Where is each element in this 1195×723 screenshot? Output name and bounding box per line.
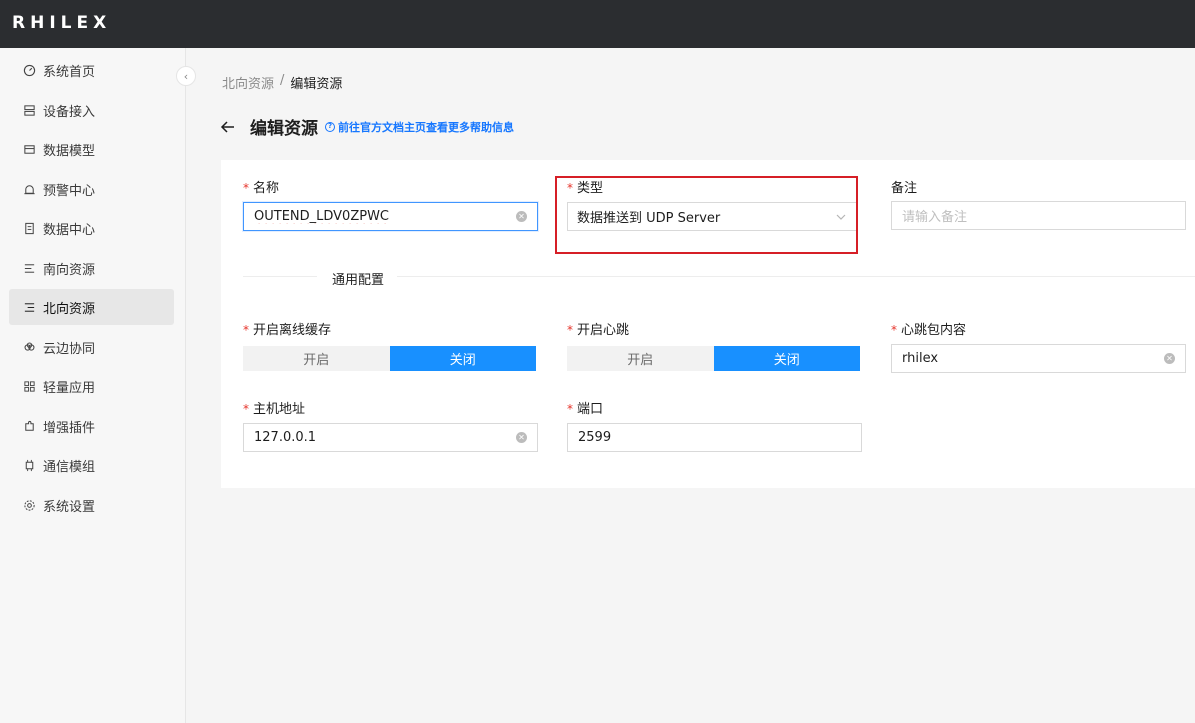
top-bar: RHILEX bbox=[0, 0, 1195, 48]
page-title: 编辑资源 bbox=[250, 119, 318, 139]
dashboard-icon bbox=[23, 64, 36, 77]
offline-cache-toggle[interactable]: 开启 关闭 bbox=[243, 346, 536, 371]
clear-icon[interactable]: ✕ bbox=[1164, 353, 1175, 364]
breadcrumb-parent[interactable]: 北向资源 bbox=[222, 73, 274, 92]
name-label: * 名称 bbox=[243, 177, 279, 196]
heartbeat-label-text: 开启心跳 bbox=[577, 323, 630, 338]
plugin-icon bbox=[23, 420, 36, 433]
model-icon bbox=[23, 143, 36, 156]
heartbeat-off-option[interactable]: 关闭 bbox=[713, 346, 860, 371]
required-mark: * bbox=[567, 323, 573, 337]
apps-icon bbox=[23, 380, 36, 393]
clear-icon[interactable]: ✕ bbox=[516, 432, 527, 443]
sidebar-item-label: 系统设置 bbox=[43, 499, 96, 515]
help-link-text: 前往官方文档主页查看更多帮助信息 bbox=[338, 120, 514, 134]
host-input[interactable]: 127.0.0.1 ✕ bbox=[243, 423, 538, 452]
required-mark: * bbox=[243, 402, 249, 416]
breadcrumb-separator: / bbox=[280, 73, 285, 88]
name-label-text: 名称 bbox=[253, 181, 280, 196]
form-card: * 名称 OUTEND_LDV0ZPWC ✕ * 类型 数据推送到 UDP Serv… bbox=[221, 160, 1195, 488]
port-label: * 端口 bbox=[567, 398, 603, 417]
offline-cache-on-option[interactable]: 开启 bbox=[243, 346, 390, 371]
south-icon bbox=[23, 262, 36, 275]
app-logo[interactable]: RHILEX bbox=[12, 12, 111, 34]
sidebar-item-label: 云边协同 bbox=[43, 341, 96, 357]
highlight-box bbox=[555, 176, 858, 254]
question-circle-icon: ? bbox=[325, 121, 335, 132]
sidebar-item-south[interactable]: 南向资源 bbox=[9, 250, 174, 286]
back-arrow-icon[interactable] bbox=[220, 119, 236, 135]
port-input[interactable]: 2599 bbox=[567, 423, 862, 452]
device-icon bbox=[23, 104, 36, 117]
heartbeat-on-option[interactable]: 开启 bbox=[567, 346, 714, 371]
sidebar-item-devices[interactable]: 设备接入 bbox=[9, 92, 174, 128]
clear-icon[interactable]: ✕ bbox=[516, 211, 527, 222]
sidebar: ‹ 系统首页 设备接入 数据模型 预警中心 数据中心 南向资源 北向资源 云边协… bbox=[0, 48, 196, 723]
heartbeat-content-input[interactable]: rhilex ✕ bbox=[891, 344, 1186, 373]
sidebar-item-label: 南向资源 bbox=[43, 262, 96, 278]
cloud-icon bbox=[23, 341, 36, 354]
sidebar-item-label: 系统首页 bbox=[43, 64, 96, 80]
remark-label: 备注 bbox=[891, 177, 917, 196]
sidebar-item-data-model[interactable]: 数据模型 bbox=[9, 131, 174, 167]
name-input-value: OUTEND_LDV0ZPWC bbox=[254, 209, 390, 224]
name-input[interactable]: OUTEND_LDV0ZPWC ✕ bbox=[243, 202, 538, 231]
breadcrumb-current: 编辑资源 bbox=[290, 77, 343, 92]
sidebar-item-apps[interactable]: 轻量应用 bbox=[9, 368, 174, 404]
sidebar-item-alarm[interactable]: 预警中心 bbox=[9, 171, 174, 207]
remark-label-text: 备注 bbox=[891, 181, 918, 196]
section-divider-left bbox=[243, 276, 317, 277]
sidebar-item-label: 数据模型 bbox=[43, 143, 96, 159]
sidebar-item-label: 预警中心 bbox=[43, 183, 96, 199]
breadcrumb: 北向资源 / 编辑资源 bbox=[222, 73, 342, 92]
host-input-value: 127.0.0.1 bbox=[254, 430, 317, 445]
sidebar-item-label: 数据中心 bbox=[43, 222, 96, 238]
heartbeat-content-value: rhilex bbox=[902, 351, 939, 366]
chevron-left-icon[interactable]: ‹ bbox=[176, 66, 196, 86]
required-mark: * bbox=[243, 323, 249, 337]
sidebar-item-cloud[interactable]: 云边协同 bbox=[9, 329, 174, 365]
sidebar-item-modules[interactable]: 通信模组 bbox=[9, 447, 174, 483]
remark-input[interactable]: 请输入备注 bbox=[891, 201, 1186, 230]
port-label-text: 端口 bbox=[577, 402, 604, 417]
sidebar-item-label: 北向资源 bbox=[43, 301, 96, 317]
sidebar-item-plugins[interactable]: 增强插件 bbox=[9, 408, 174, 444]
host-label-text: 主机地址 bbox=[253, 402, 306, 417]
required-mark: * bbox=[891, 323, 897, 337]
port-input-value: 2599 bbox=[578, 430, 612, 445]
required-mark: * bbox=[243, 181, 249, 195]
sidebar-item-label: 设备接入 bbox=[43, 104, 96, 120]
host-label: * 主机地址 bbox=[243, 398, 305, 417]
offline-cache-label-text: 开启离线缓存 bbox=[253, 323, 332, 338]
north-icon bbox=[23, 301, 36, 314]
help-link[interactable]: ? 前往官方文档主页查看更多帮助信息 bbox=[325, 119, 514, 135]
heartbeat-toggle[interactable]: 开启 关闭 bbox=[567, 346, 860, 371]
alarm-icon bbox=[23, 183, 36, 196]
sidebar-item-settings[interactable]: 系统设置 bbox=[9, 487, 174, 523]
sidebar-item-label: 通信模组 bbox=[43, 459, 96, 475]
heartbeat-content-label-text: 心跳包内容 bbox=[901, 323, 967, 338]
sidebar-item-label: 增强插件 bbox=[43, 420, 96, 436]
database-icon bbox=[23, 222, 36, 235]
required-mark: * bbox=[567, 402, 573, 416]
sidebar-item-north[interactable]: 北向资源 bbox=[9, 289, 174, 325]
settings-icon bbox=[23, 499, 36, 512]
page-header: 编辑资源 ? 前往官方文档主页查看更多帮助信息 bbox=[220, 114, 514, 139]
sidebar-item-data-center[interactable]: 数据中心 bbox=[9, 210, 174, 246]
heartbeat-label: * 开启心跳 bbox=[567, 319, 629, 338]
offline-cache-label: * 开启离线缓存 bbox=[243, 319, 331, 338]
sidebar-item-home[interactable]: 系统首页 bbox=[9, 52, 174, 88]
sidebar-item-label: 轻量应用 bbox=[43, 380, 96, 396]
section-title: 通用配置 bbox=[332, 273, 385, 288]
section-divider-right bbox=[397, 276, 1195, 277]
offline-cache-off-option[interactable]: 关闭 bbox=[389, 346, 536, 371]
remark-placeholder: 请输入备注 bbox=[902, 210, 968, 225]
heartbeat-content-label: * 心跳包内容 bbox=[891, 319, 966, 338]
chip-icon bbox=[23, 459, 36, 472]
